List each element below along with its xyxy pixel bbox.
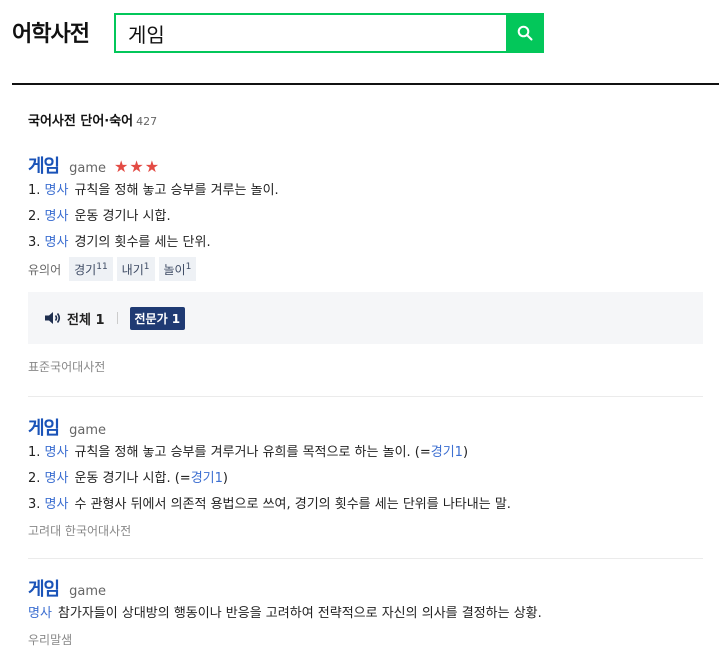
- results: 국어사전 단어·숙어 427 게임 game ★★★ 1. 명사 규칙을 정해 놓고…: [28, 112, 703, 651]
- header-divider: [12, 83, 719, 85]
- headword-link[interactable]: 게임: [28, 414, 60, 440]
- word-origin: game: [69, 161, 107, 176]
- definition: 2. 명사 운동 경기나 시합. (=경기1): [28, 471, 228, 486]
- search-input[interactable]: [116, 15, 506, 51]
- headword-row: 게임 game: [28, 575, 703, 601]
- separator: [116, 312, 118, 324]
- definition: 1. 명사 규칙을 정해 놓고 승부를 겨루는 놀이.: [28, 183, 279, 198]
- reference-link[interactable]: 경기1: [191, 471, 223, 486]
- pos-link[interactable]: 명사: [45, 497, 69, 512]
- expert-audio-button[interactable]: 전문가 1: [129, 306, 186, 330]
- entry-urimalsaem: 게임 game 명사 참가자들이 상대방의 행동이나 반응을 고려하여 전략적으로…: [28, 575, 703, 651]
- pos-link[interactable]: 명사: [45, 445, 69, 460]
- entry-korea-univ: 게임 game 1. 명사 규칙을 정해 놓고 승부를 겨루거나 유희를 목적으로…: [28, 414, 703, 542]
- definition: 3. 명사 수 관형사 뒤에서 의존적 용법으로 쓰여, 경기의 횟수를 세는 단…: [28, 497, 511, 512]
- result-count: 427: [136, 115, 158, 128]
- search-box: [114, 13, 544, 53]
- entry-divider: [28, 558, 703, 559]
- brand-title[interactable]: 어학사전: [12, 16, 90, 48]
- pos-link[interactable]: 명사: [28, 606, 52, 621]
- reference-link[interactable]: 경기1: [431, 445, 463, 460]
- headword-link[interactable]: 게임: [28, 575, 60, 601]
- word-origin: game: [69, 584, 107, 599]
- section-title: 국어사전 단어·숙어 427: [28, 114, 158, 129]
- entry-standard: 게임 game ★★★ 1. 명사 규칙을 정해 놓고 승부를 겨루는 놀이. 2…: [28, 152, 703, 378]
- synonym-chip[interactable]: 경기11: [69, 257, 113, 281]
- pos-link[interactable]: 명사: [45, 183, 69, 198]
- headword-row: 게임 game ★★★: [28, 152, 703, 178]
- pronunciation-bar: 전체 1 전문가 1: [28, 292, 703, 344]
- synonyms-row: 유의어 경기11 내기1 놀이1: [28, 256, 703, 282]
- synonym-chip[interactable]: 내기1: [116, 257, 155, 281]
- speaker-icon: [45, 312, 61, 324]
- definition: 3. 명사 경기의 횟수를 세는 단위.: [28, 235, 211, 250]
- search-icon: [517, 25, 533, 41]
- search-button[interactable]: [506, 13, 544, 53]
- dictionary-source[interactable]: 우리말샘: [28, 629, 703, 651]
- importance-stars: ★★★: [114, 157, 161, 176]
- dictionary-source[interactable]: 표준국어대사전: [28, 356, 703, 378]
- headword-link[interactable]: 게임: [28, 152, 60, 178]
- headword-row: 게임 game: [28, 414, 703, 440]
- dictionary-source[interactable]: 고려대 한국어대사전: [28, 520, 703, 542]
- pos-link[interactable]: 명사: [45, 235, 69, 250]
- definition: 2. 명사 운동 경기나 시합.: [28, 209, 171, 224]
- audio-all-button[interactable]: 전체 1: [44, 309, 105, 328]
- word-origin: game: [69, 423, 107, 438]
- pos-link[interactable]: 명사: [45, 471, 69, 486]
- header: 어학사전: [0, 0, 719, 85]
- synonyms-label: 유의어: [28, 262, 62, 277]
- pos-link[interactable]: 명사: [45, 209, 69, 224]
- entry-divider: [28, 396, 703, 397]
- definition: 1. 명사 규칙을 정해 놓고 승부를 겨루거나 유희를 목적으로 하는 놀이. …: [28, 445, 469, 460]
- definition: 명사 참가자들이 상대방의 행동이나 반응을 고려하여 전략적으로 자신의 의사를…: [28, 606, 542, 621]
- synonym-chip[interactable]: 놀이1: [158, 257, 197, 281]
